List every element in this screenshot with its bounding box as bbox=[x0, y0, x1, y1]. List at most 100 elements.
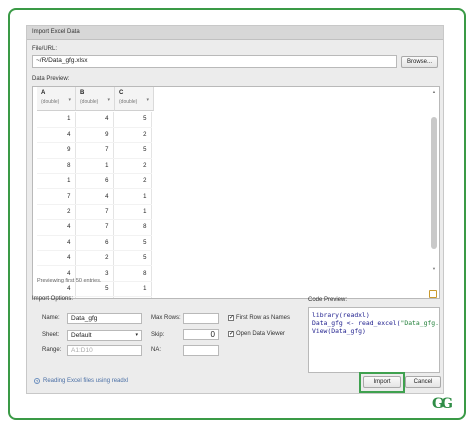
help-circle-icon[interactable]: ? bbox=[34, 378, 40, 384]
table-row: 271 bbox=[37, 204, 152, 221]
chevron-down-icon: ▾ bbox=[135, 332, 138, 338]
column-type: (double) bbox=[41, 99, 60, 105]
skip-input[interactable]: 0 bbox=[183, 329, 219, 340]
data-preview-label: Data Preview: bbox=[32, 76, 70, 82]
table-row: 478 bbox=[37, 219, 152, 236]
table-cell: 5 bbox=[113, 250, 152, 267]
table-cell: 5 bbox=[113, 142, 152, 159]
table-cell: 5 bbox=[113, 112, 152, 128]
table-cell: 1 bbox=[113, 281, 152, 298]
chevron-down-icon[interactable]: ▾ bbox=[68, 97, 71, 103]
na-label: NA: bbox=[151, 347, 162, 353]
code-line-2: Data_gfg <- read_excel( bbox=[312, 318, 401, 327]
gfg-logo: GG bbox=[432, 396, 453, 412]
table-row: 975 bbox=[37, 142, 152, 159]
code-line-2-string: "Data_gfg.xlsx") bbox=[400, 318, 440, 327]
import-options-label: Import Options: bbox=[32, 296, 74, 302]
table-cell: 9 bbox=[75, 127, 114, 144]
code-preview[interactable]: library(readxl) Data_gfg <- read_excel("… bbox=[308, 307, 440, 373]
dialog-titlebar: Import Excel Data bbox=[27, 26, 443, 40]
column-name: B bbox=[80, 90, 85, 96]
table-cell: 8 bbox=[113, 219, 152, 236]
table-cell: 2 bbox=[113, 173, 152, 190]
column-type: (double) bbox=[119, 99, 138, 105]
import-button-highlight bbox=[359, 372, 405, 393]
table-row: 492 bbox=[37, 127, 152, 144]
column-header-b[interactable]: B (double) ▾ bbox=[76, 87, 115, 111]
table-row: 425 bbox=[37, 250, 152, 267]
code-preview-label: Code Preview: bbox=[308, 297, 348, 303]
sheet-select-value: Default bbox=[71, 332, 92, 339]
skip-label: Skip: bbox=[151, 332, 165, 338]
table-cell: 2 bbox=[113, 127, 152, 144]
chevron-down-icon[interactable]: ▾ bbox=[107, 97, 110, 103]
open-data-viewer-checkbox[interactable]: ✓ bbox=[228, 331, 234, 337]
name-input[interactable]: Data_gfg bbox=[67, 313, 142, 324]
column-header-a[interactable]: A (double) ▾ bbox=[37, 87, 76, 111]
table-cell: 7 bbox=[75, 204, 114, 221]
table-row: 465 bbox=[37, 235, 152, 252]
file-url-input[interactable]: ~/R/Data_gfg.xlsx bbox=[32, 55, 397, 68]
range-input[interactable]: A1:D10 bbox=[67, 345, 142, 356]
table-cell: 6 bbox=[113, 296, 152, 298]
table-row: 162 bbox=[37, 173, 152, 190]
data-grid: 145492975812162741271478465425438451546 bbox=[37, 112, 152, 298]
table-cell: 4 bbox=[37, 235, 76, 252]
table-cell: 7 bbox=[75, 142, 114, 159]
file-url-label: File/URL: bbox=[32, 46, 58, 52]
table-cell: 1 bbox=[113, 204, 152, 221]
table-cell: 1 bbox=[37, 173, 76, 190]
arrow-down-icon[interactable]: ▼ bbox=[431, 266, 437, 271]
table-cell: 7 bbox=[75, 219, 114, 236]
range-label: Range: bbox=[42, 347, 62, 353]
table-cell: 2 bbox=[75, 250, 114, 267]
table-cell: 9 bbox=[37, 142, 76, 159]
scrollbar-thumb[interactable] bbox=[431, 117, 437, 249]
code-line-3: View(Data_gfg) bbox=[312, 326, 366, 335]
data-preview: A (double) ▾ B (double) ▾ C (double) ▾ 1… bbox=[32, 86, 440, 299]
first-row-names-checkbox[interactable]: ✓ bbox=[228, 315, 234, 321]
help-link[interactable]: Reading Excel files using readxl bbox=[43, 378, 128, 384]
na-input[interactable] bbox=[183, 345, 219, 356]
table-row: 812 bbox=[37, 158, 152, 175]
arrow-up-icon[interactable]: ▲ bbox=[431, 89, 437, 94]
table-cell: 4 bbox=[37, 127, 76, 144]
cancel-button[interactable]: Cancel bbox=[405, 376, 441, 388]
table-cell: 7 bbox=[37, 188, 76, 205]
sheet-label: Sheet: bbox=[42, 332, 60, 338]
sheet-select[interactable]: Default ▾ bbox=[67, 330, 142, 341]
table-cell: 2 bbox=[113, 158, 152, 175]
name-label: Name: bbox=[42, 315, 60, 321]
max-rows-input[interactable] bbox=[183, 313, 219, 324]
table-cell: 8 bbox=[113, 265, 152, 282]
table-cell: 6 bbox=[75, 235, 114, 252]
table-cell: 1 bbox=[75, 158, 114, 175]
open-data-viewer-label: Open Data Viewer bbox=[236, 331, 285, 337]
column-name: A bbox=[41, 90, 46, 96]
table-cell: 5 bbox=[113, 235, 152, 252]
code-line-1: library(readxl) bbox=[312, 311, 370, 319]
table-cell: 4 bbox=[75, 296, 114, 298]
table-cell: 4 bbox=[75, 188, 114, 205]
dialog-title: Import Excel Data bbox=[32, 29, 80, 35]
column-type: (double) bbox=[80, 99, 99, 105]
table-cell: 1 bbox=[113, 188, 152, 205]
copy-icon[interactable] bbox=[429, 290, 437, 298]
table-cell: 8 bbox=[37, 158, 76, 175]
table-cell: 4 bbox=[37, 219, 76, 236]
import-excel-dialog: Import Excel Data File/URL: ~/R/Data_gfg… bbox=[26, 25, 444, 394]
table-row: 145 bbox=[37, 112, 152, 128]
preview-footer-note: Previewing first 50 entries. bbox=[37, 278, 102, 284]
browse-button[interactable]: Browse... bbox=[401, 56, 438, 68]
table-cell: 2 bbox=[37, 204, 76, 221]
max-rows-label: Max Rows: bbox=[151, 315, 181, 321]
first-row-names-label: First Row as Names bbox=[236, 315, 291, 321]
table-cell: 4 bbox=[37, 250, 76, 267]
table-cell: 1 bbox=[37, 112, 76, 128]
table-row: 741 bbox=[37, 188, 152, 205]
column-name: C bbox=[119, 90, 124, 96]
table-cell: 4 bbox=[75, 112, 114, 128]
chevron-down-icon[interactable]: ▾ bbox=[146, 97, 149, 103]
vertical-scrollbar[interactable]: ▲ ▼ bbox=[431, 89, 437, 271]
column-header-c[interactable]: C (double) ▾ bbox=[115, 87, 154, 111]
